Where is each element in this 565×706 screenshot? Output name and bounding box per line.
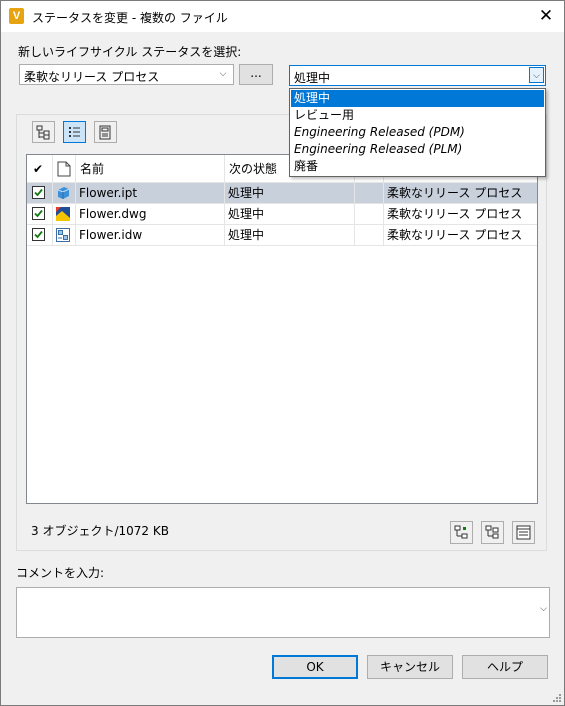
table-row[interactable]: Flower.idw 処理中 柔軟なリリース プロセス (27, 225, 537, 246)
row-checkbox[interactable] (32, 228, 45, 241)
part-file-icon (57, 187, 70, 199)
change-state-dialog: V ステータスを変更 - 複数の ファイル ✕ 新しいライフサイクル ステータス… (0, 0, 565, 706)
file-name: Flower.ipt (76, 183, 225, 204)
browse-button[interactable]: ... (239, 64, 273, 85)
next-state: 処理中 (225, 204, 355, 225)
state-option[interactable]: レビュー用 (291, 107, 544, 124)
cancel-button[interactable]: キャンセル (367, 655, 453, 679)
file-type-column-header[interactable] (53, 155, 76, 183)
next-state: 処理中 (225, 225, 355, 246)
state-option[interactable]: Engineering Released (PDM) (291, 124, 544, 141)
state-option[interactable]: 処理中 (291, 90, 544, 107)
table-row[interactable]: Flower.ipt 処理中 柔軟なリリース プロセス (27, 183, 537, 204)
extra-cell (355, 204, 384, 225)
table-row[interactable]: Flower.dwg 処理中 柔軟なリリース プロセス (27, 204, 537, 225)
comment-label: コメントを入力: (16, 566, 105, 580)
document-icon (57, 161, 71, 177)
idw-file-icon (56, 228, 70, 242)
collapse-structure-button[interactable] (481, 521, 504, 544)
window-title: ステータスを変更 - 複数の ファイル (32, 11, 228, 25)
file-name: Flower.dwg (76, 204, 225, 225)
chevron-down-icon[interactable]: ⌵ (529, 67, 544, 83)
ok-button[interactable]: OK (272, 655, 358, 679)
row-checkbox[interactable] (32, 207, 45, 220)
resize-grip-icon[interactable] (552, 693, 562, 703)
close-icon[interactable]: ✕ (534, 5, 558, 27)
state-option[interactable]: Engineering Released (PLM) (291, 141, 544, 158)
tree-view-button[interactable] (32, 121, 55, 143)
object-count: 3 オブジェクト/1072 KB (31, 524, 169, 538)
detail-view-button[interactable] (94, 121, 117, 143)
chevron-down-icon[interactable]: ⌵ (215, 66, 231, 83)
lifecycle-process-value: 柔軟なリリース プロセス (24, 70, 160, 84)
check-column-header[interactable]: ✔ (27, 155, 53, 183)
title-bar: V ステータスを変更 - 複数の ファイル ✕ (1, 1, 564, 32)
structure-expand-icon (454, 525, 468, 539)
settings-button[interactable] (512, 521, 535, 544)
list-view-icon (69, 127, 80, 137)
lifecycle-process-combo[interactable]: 柔軟なリリース プロセス ⌵ (19, 64, 234, 85)
state-option[interactable]: 廃番 (291, 158, 544, 175)
select-status-label: 新しいライフサイクル ステータスを選択: (18, 45, 242, 59)
files-table: ✔ 名前 次の状態 Flower.ipt 処理中 柔軟なリリース プロセス Fl… (26, 154, 538, 504)
process-name: 柔軟なリリース プロセス (384, 225, 537, 246)
detail-view-icon (99, 125, 111, 140)
comment-input[interactable]: ⌵ (16, 587, 550, 638)
extra-cell (355, 225, 384, 246)
state-combo[interactable]: 処理中 ⌵ (289, 65, 546, 86)
next-state: 処理中 (225, 183, 355, 204)
state-dropdown-list: 処理中 レビュー用 Engineering Released (PDM) Eng… (289, 88, 546, 177)
extra-cell (355, 183, 384, 204)
expand-structure-button[interactable] (450, 521, 473, 544)
structure-collapse-icon (485, 525, 499, 539)
form-settings-icon (516, 525, 531, 540)
row-checkbox[interactable] (32, 186, 45, 199)
process-name: 柔軟なリリース プロセス (384, 204, 537, 225)
dwg-file-icon (56, 207, 70, 221)
tree-view-icon (36, 125, 50, 140)
vault-app-icon: V (9, 8, 24, 24)
list-view-button[interactable] (63, 121, 86, 143)
process-name: 柔軟なリリース プロセス (384, 183, 537, 204)
state-combo-value: 処理中 (294, 71, 331, 85)
chevron-down-icon[interactable]: ⌵ (540, 604, 547, 614)
file-name: Flower.idw (76, 225, 225, 246)
name-column-header[interactable]: 名前 (76, 155, 225, 183)
help-button[interactable]: ヘルプ (462, 655, 548, 679)
